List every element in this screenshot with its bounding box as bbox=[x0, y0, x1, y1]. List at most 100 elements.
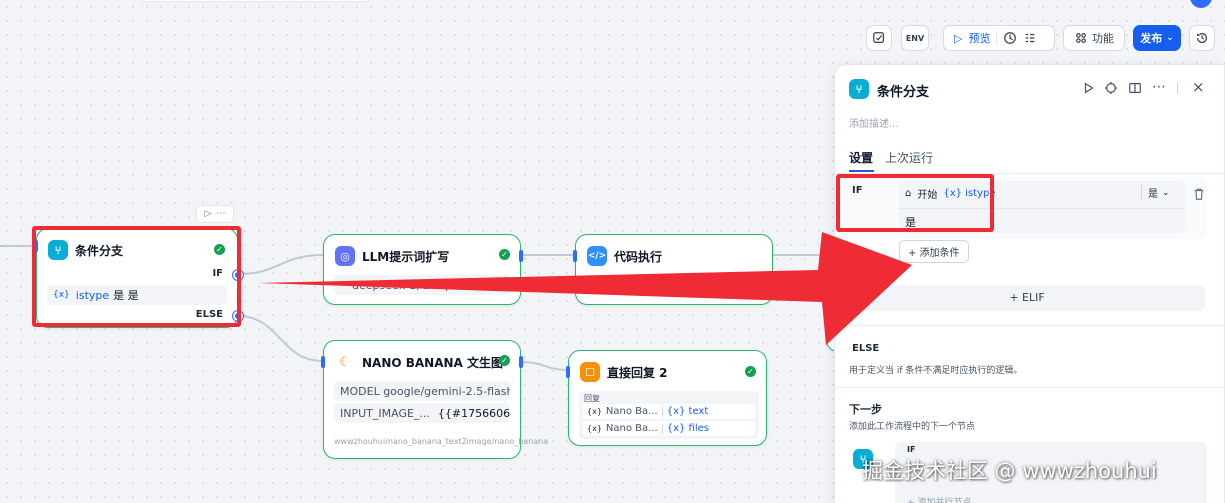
publish-label: 发布 bbox=[1140, 32, 1163, 45]
add-condition-button[interactable]: + 添加条件 bbox=[899, 240, 969, 263]
nano-input-port[interactable] bbox=[321, 356, 325, 368]
preview-button[interactable]: 预览 bbox=[968, 30, 990, 46]
book-icon[interactable] bbox=[1128, 81, 1142, 95]
reply-input-port[interactable] bbox=[566, 366, 570, 378]
publish-button[interactable]: 发布 ⌄ bbox=[1133, 25, 1181, 51]
env-button[interactable]: ENV bbox=[901, 25, 929, 51]
success-check-icon: ✓ bbox=[499, 355, 510, 366]
node-title: 条件分支 bbox=[75, 243, 124, 258]
features-label: 功能 bbox=[1092, 32, 1114, 45]
success-check-icon: ✓ bbox=[745, 366, 756, 377]
reply-var: {x} text bbox=[666, 406, 709, 417]
reply-source-node: Nano Ba... bbox=[605, 406, 658, 417]
edit-check-icon bbox=[873, 32, 884, 43]
close-icon[interactable]: × bbox=[1192, 78, 1205, 96]
condition-var: istype bbox=[75, 288, 110, 302]
banana-icon: ☾ bbox=[335, 352, 355, 372]
play-icon: ▷ bbox=[954, 31, 963, 45]
run-node-icon[interactable]: ▷ bbox=[205, 209, 212, 219]
llm-output-port[interactable] bbox=[519, 250, 523, 262]
features-button[interactable]: 功能 bbox=[1063, 25, 1125, 51]
else-divider bbox=[849, 325, 1224, 326]
if-input-port[interactable] bbox=[34, 240, 38, 252]
nano-output-port[interactable] bbox=[519, 356, 523, 368]
features-icon bbox=[1076, 33, 1086, 43]
more-icon[interactable]: ⋯ bbox=[216, 209, 225, 219]
elif-button[interactable]: + ELIF bbox=[849, 285, 1205, 311]
variable-icon: {x} bbox=[587, 424, 602, 433]
run-icon[interactable] bbox=[1082, 81, 1096, 95]
node-footer: wwwzhouhui/nano_banana_text2image/nano_b… bbox=[334, 437, 549, 446]
next-description: 添加此工作流程中的下一个节点 bbox=[849, 422, 976, 432]
input-value: {{#1756606966... bbox=[437, 406, 510, 420]
reply-section-label: 回复 bbox=[584, 394, 600, 403]
variable-icon: {x} bbox=[587, 407, 602, 416]
watermark: 掘金技术社区 @ wwwzhouhui bbox=[862, 459, 1157, 483]
tab-last-run-underline bbox=[849, 170, 874, 172]
branch-icon: ⑂ bbox=[849, 79, 869, 99]
condition-box: ⌂ 开始 {x} istype 是 ⌄ 是 bbox=[899, 181, 1185, 233]
checklist-icon[interactable] bbox=[1023, 31, 1037, 45]
condition-source: 开始 bbox=[917, 190, 938, 201]
description-input[interactable]: 添加描述... bbox=[849, 115, 899, 130]
node-header: ☐ 直接回复 2 bbox=[580, 362, 668, 382]
chevron-down-icon: ⌄ bbox=[1162, 187, 1170, 198]
reply-icon: ☐ bbox=[580, 362, 600, 382]
operator-select[interactable]: 是 ⌄ bbox=[1141, 185, 1170, 200]
tab-settings[interactable]: 设置 bbox=[849, 149, 873, 166]
checklist-button[interactable] bbox=[866, 25, 892, 51]
row-divider bbox=[661, 406, 663, 417]
else-description: 用于定义当 if 条件不满足时应执行的逻辑。 bbox=[849, 366, 1023, 376]
node-header: ⑂ 条件分支 bbox=[48, 240, 123, 260]
reply-source-node: Nano Ba... bbox=[605, 423, 658, 434]
node-title: LLM提示词扩写 bbox=[362, 249, 450, 264]
code-node[interactable]: </> 代码执行 bbox=[573, 234, 773, 305]
condition-value-input[interactable]: 是 bbox=[905, 214, 916, 230]
llm-icon: ◎ bbox=[335, 246, 355, 266]
target-icon[interactable] bbox=[1104, 81, 1118, 95]
else-label: ELSE bbox=[195, 309, 223, 320]
next-branch-label: IF bbox=[907, 445, 916, 454]
version-history-button[interactable] bbox=[1189, 25, 1215, 51]
llm-node[interactable]: ◎ LLM提示词扩写 ✓ deepseek-1, Deepse bbox=[323, 234, 523, 305]
reply-node[interactable]: ☐ 直接回复 2 ✓ 回复 {x} Nano Ba... {x} text {x… bbox=[566, 350, 767, 446]
row-divider bbox=[661, 423, 663, 434]
toolbar-divider bbox=[996, 31, 998, 45]
preview-group: ▷ 预览 bbox=[943, 25, 1055, 51]
condition-var-row[interactable]: ⌂ 开始 {x} istype bbox=[905, 186, 996, 201]
node-header: ◎ LLM提示词扩写 bbox=[335, 246, 449, 266]
if-output-port[interactable] bbox=[233, 270, 243, 280]
home-icon: ⌂ bbox=[905, 188, 912, 199]
model-text: deepseek-1, Deepse bbox=[352, 278, 465, 292]
nano-banana-node[interactable]: ☾ NANO BANANA 文生图 ✓ MODEL google/gemini-… bbox=[321, 340, 548, 459]
if-label: IF bbox=[212, 268, 223, 279]
condition-row: {x} istype 是 是 bbox=[47, 285, 227, 305]
panel-divider bbox=[1177, 82, 1178, 94]
add-parallel-node[interactable]: + 添加并行节点 bbox=[907, 495, 971, 503]
else-title: ELSE bbox=[852, 343, 880, 354]
next-divider bbox=[835, 387, 1224, 388]
reply-var-row: {x} Nano Ba... {x} text bbox=[583, 404, 755, 419]
node-title: NANO BANANA 文生图 bbox=[362, 355, 504, 370]
condition-text: 是 是 bbox=[113, 289, 139, 302]
history-run-icon[interactable] bbox=[1003, 31, 1017, 45]
input-label: INPUT_IMAGE_... bbox=[340, 406, 430, 420]
code-input-port[interactable] bbox=[573, 250, 577, 262]
if-label: IF bbox=[852, 185, 863, 196]
reply-var-row: {x} Nano Ba... {x} files bbox=[583, 421, 755, 436]
input-image-row: INPUT_IMAGE_... {{#1756606966... bbox=[334, 403, 510, 423]
node-header: </> 代码执行 bbox=[587, 246, 662, 266]
code-icon: </> bbox=[587, 246, 607, 266]
env-label: ENV bbox=[905, 33, 925, 43]
trash-icon[interactable] bbox=[1192, 187, 1206, 201]
operator-value: 是 bbox=[1148, 189, 1158, 200]
more-icon[interactable]: ⋯ bbox=[1152, 79, 1166, 95]
tab-last-run[interactable]: 上次运行 bbox=[885, 149, 933, 166]
node-title: 代码执行 bbox=[614, 249, 663, 264]
else-output-port[interactable] bbox=[233, 311, 243, 321]
variable-icon: {x} bbox=[53, 290, 70, 300]
tabs-divider bbox=[835, 173, 1224, 174]
chevron-down-icon: ⌄ bbox=[1166, 33, 1174, 43]
if-else-node[interactable]: ⑂ 条件分支 ✓ IF {x} istype 是 是 ELSE bbox=[36, 228, 243, 328]
model-row: MODEL google/gemini-2.5-flash-i... bbox=[334, 381, 510, 401]
